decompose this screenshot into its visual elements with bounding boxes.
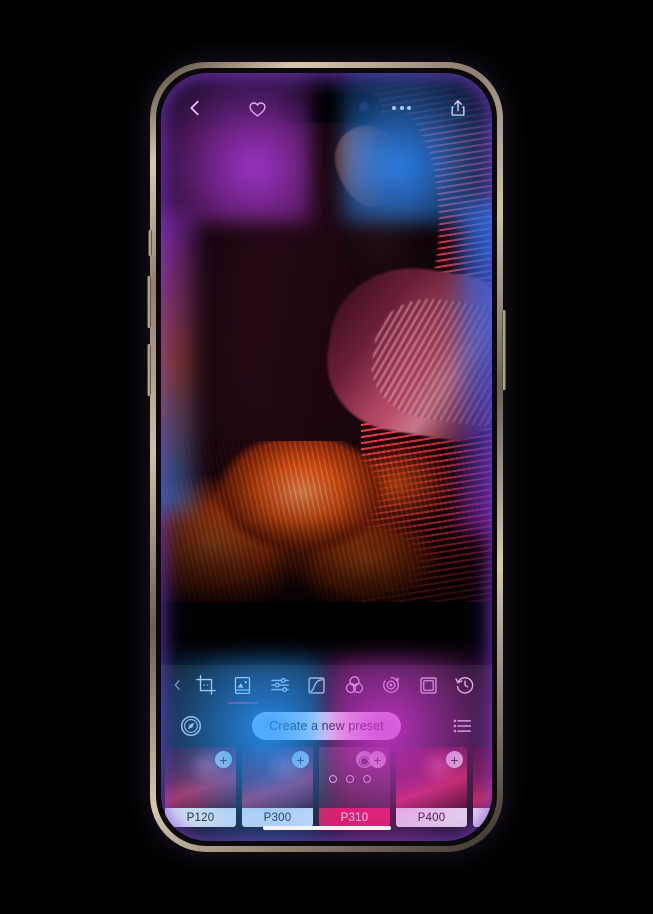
preset-label: P310 bbox=[319, 808, 390, 827]
presets-image-icon bbox=[235, 676, 251, 694]
tool-curves[interactable] bbox=[298, 665, 335, 705]
share-icon bbox=[451, 100, 465, 116]
edit-tool-strip bbox=[161, 665, 492, 705]
active-tool-indicator bbox=[227, 702, 258, 704]
preset-label: P400 bbox=[396, 808, 467, 827]
tool-light[interactable] bbox=[261, 665, 298, 705]
color-mixer-icon bbox=[345, 675, 363, 693]
tool-crop[interactable] bbox=[187, 665, 224, 705]
tool-color[interactable] bbox=[336, 665, 373, 705]
preset-label: P300 bbox=[242, 808, 313, 827]
browse-presets-button[interactable] bbox=[177, 712, 205, 740]
add-preset-icon[interactable]: + bbox=[369, 751, 386, 768]
loading-indicator bbox=[329, 775, 371, 783]
toolstrip-collapse-button[interactable] bbox=[167, 665, 187, 705]
preset-thumbnail[interactable]: + P300 bbox=[242, 747, 313, 827]
list-icon bbox=[453, 719, 472, 733]
add-preset-icon[interactable]: + bbox=[215, 751, 232, 768]
photo-vignette bbox=[161, 73, 492, 602]
ellipsis-icon bbox=[392, 106, 412, 110]
curves-icon bbox=[308, 676, 326, 694]
tool-history[interactable] bbox=[447, 665, 484, 705]
phone-screen: Create a new preset + P120 + P300 ◉ + P3… bbox=[161, 73, 492, 841]
preset-list-view-button[interactable] bbox=[448, 712, 476, 740]
preset-thumbnail[interactable]: + P120 bbox=[165, 747, 236, 827]
sliders-icon bbox=[270, 677, 289, 693]
preset-category-tabs[interactable]: c Instant XPRO Landscapes Portraits B&W bbox=[161, 835, 492, 841]
preset-thumbnail-strip[interactable]: + P120 + P300 ◉ + P310 + P400 bbox=[161, 747, 492, 835]
frame-icon bbox=[420, 676, 437, 694]
photo-canvas[interactable] bbox=[161, 73, 492, 602]
volume-down-button[interactable] bbox=[147, 344, 151, 396]
tool-optics[interactable] bbox=[373, 665, 410, 705]
mute-switch[interactable] bbox=[148, 230, 152, 256]
tool-frame[interactable] bbox=[410, 665, 447, 705]
home-indicator[interactable] bbox=[262, 825, 391, 830]
chevron-left-icon bbox=[190, 100, 199, 116]
preset-label: P120 bbox=[165, 808, 236, 827]
chevron-left-icon bbox=[174, 680, 180, 690]
volume-up-button[interactable] bbox=[147, 276, 151, 328]
preset-thumbnail-selected[interactable]: ◉ + P310 bbox=[319, 747, 390, 827]
dynamic-island bbox=[277, 93, 382, 123]
top-bar bbox=[161, 73, 492, 133]
phone-bezel: Create a new preset + P120 + P300 ◉ + P3… bbox=[156, 68, 497, 846]
crop-icon bbox=[195, 675, 216, 695]
more-options-button[interactable] bbox=[385, 91, 418, 125]
preset-preview-image bbox=[473, 747, 492, 809]
add-preset-icon[interactable]: + bbox=[292, 751, 309, 768]
add-preset-icon[interactable]: + bbox=[446, 751, 463, 768]
power-button[interactable] bbox=[502, 310, 506, 390]
preset-header-bar: Create a new preset bbox=[161, 705, 492, 747]
screenshot-root: Create a new preset + P120 + P300 ◉ + P3… bbox=[0, 0, 653, 914]
history-icon bbox=[455, 677, 474, 694]
back-button[interactable] bbox=[179, 91, 212, 125]
compass-icon bbox=[180, 715, 202, 737]
preset-thumbnail[interactable]: + P400 bbox=[396, 747, 467, 827]
optics-icon bbox=[383, 677, 400, 693]
tool-presets[interactable] bbox=[224, 665, 261, 705]
share-button[interactable] bbox=[441, 91, 474, 125]
phone-device-frame: Create a new preset + P120 + P300 ◉ + P3… bbox=[147, 62, 506, 852]
heart-icon bbox=[248, 101, 266, 117]
preset-thumbnail[interactable]: B110 bbox=[473, 747, 492, 827]
favorite-button[interactable] bbox=[241, 91, 274, 125]
front-camera bbox=[359, 102, 371, 113]
preset-label: B110 bbox=[473, 808, 492, 827]
create-new-preset-button[interactable]: Create a new preset bbox=[252, 712, 401, 740]
